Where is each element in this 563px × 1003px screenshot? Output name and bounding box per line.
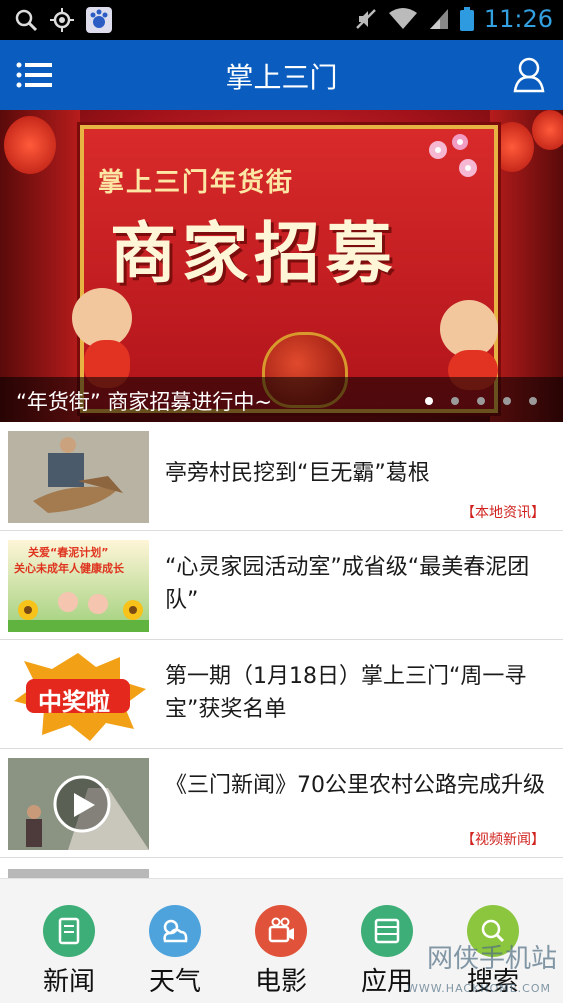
app-header: 掌上三门 — [0, 40, 563, 110]
list-item[interactable]: 《三门新闻》70公里农村公路完成升级 【视频新闻】 — [0, 749, 563, 858]
news-title: “心灵家园活动室”成省级“最美春泥团队” — [165, 555, 530, 613]
play-icon[interactable] — [68, 790, 98, 820]
status-time: 11:26 — [483, 5, 553, 33]
banner-carousel[interactable]: 掌上三门年货街 商家招募 “年货街” 商家招募进行中~ — [0, 110, 563, 422]
mute-icon — [355, 9, 376, 29]
lantern-decoration — [532, 110, 563, 150]
video-thumbnail — [8, 758, 149, 850]
search-icon — [15, 9, 38, 32]
nav-item-news[interactable]: 新闻 — [13, 879, 125, 1003]
baidu-icon — [86, 7, 112, 33]
user-icon — [513, 57, 545, 93]
list-item[interactable]: 中奖啦 第一期（1月18日）掌上三门“周一寻宝”获奖名单 — [0, 640, 563, 749]
nav-item-movie[interactable]: 电影 — [225, 879, 337, 1003]
nav-label: 天气 — [148, 967, 201, 997]
banner-main-text: 商家招募 — [110, 214, 398, 292]
watermark-url: WWW.HACKHOME.COM — [406, 982, 551, 995]
list-item-partial[interactable] — [0, 860, 563, 878]
news-title: 第一期（1月18日）掌上三门“周一寻宝”获奖名单 — [165, 664, 527, 722]
nav-label: 电影 — [254, 967, 307, 997]
watermark-text: 网侠手机站 — [426, 944, 557, 974]
news-thumbnail — [8, 431, 149, 523]
banner-subtitle: 掌上三门年货街 — [98, 168, 295, 198]
carousel-indicator — [425, 397, 537, 405]
carousel-dot[interactable] — [529, 397, 537, 405]
banner-caption: “年货街” 商家招募进行中~ — [16, 390, 273, 414]
wifi-icon — [388, 8, 417, 29]
news-title: 亭旁村民挖到“巨无霸”葛根 — [165, 461, 430, 486]
list-item[interactable]: 关爱“春泥计划” 关心未成年人健康成长 “心灵家园活动室”成省级“最美春泥团队” — [0, 531, 563, 640]
signal-icon — [429, 9, 448, 29]
list-item[interactable]: 亭旁村民挖到“巨无霸”葛根 【本地资讯】 — [0, 422, 563, 531]
carousel-dot[interactable] — [425, 397, 433, 405]
news-icon — [43, 905, 95, 957]
news-category-tag: 【视频新闻】 — [461, 832, 545, 848]
battery-icon — [459, 7, 474, 31]
boy-doll-figure — [72, 288, 132, 348]
sunflower-kids-illustration — [8, 592, 149, 632]
weather-icon — [149, 905, 201, 957]
nav-item-weather[interactable]: 天气 — [119, 879, 231, 1003]
carousel-dot[interactable] — [503, 397, 511, 405]
prize-badge-text: 中奖啦 — [38, 688, 110, 716]
news-thumbnail — [8, 869, 149, 878]
thumb-banner-line1: 关爱“春泥计划” — [28, 546, 109, 559]
banner-caption-bar: “年货街” 商家招募进行中~ — [0, 377, 563, 422]
gps-icon — [50, 8, 74, 32]
nav-label: 新闻 — [42, 967, 95, 997]
plum-blossom-decoration — [429, 134, 477, 177]
page-title: 掌上三门 — [225, 61, 338, 94]
thumb-banner-line2: 关心未成年人健康成长 — [14, 562, 124, 575]
photo-villager-root — [8, 431, 149, 523]
carousel-dot[interactable] — [451, 397, 459, 405]
status-bar: 11:26 — [0, 0, 563, 40]
lantern-decoration — [4, 116, 56, 174]
carousel-dot[interactable] — [477, 397, 485, 405]
movie-icon — [255, 905, 307, 957]
news-list: 亭旁村民挖到“巨无霸”葛根 【本地资讯】 关爱“春泥计划” 关心未成年人健康成长… — [0, 422, 563, 858]
news-thumbnail: 中奖啦 — [8, 649, 149, 741]
news-category-tag: 【本地资讯】 — [461, 505, 545, 521]
news-title: 《三门新闻》70公里农村公路完成升级 — [165, 773, 545, 798]
apps-icon — [361, 905, 413, 957]
user-button[interactable] — [513, 57, 545, 93]
news-thumbnail: 关爱“春泥计划” 关心未成年人健康成长 — [8, 540, 149, 632]
